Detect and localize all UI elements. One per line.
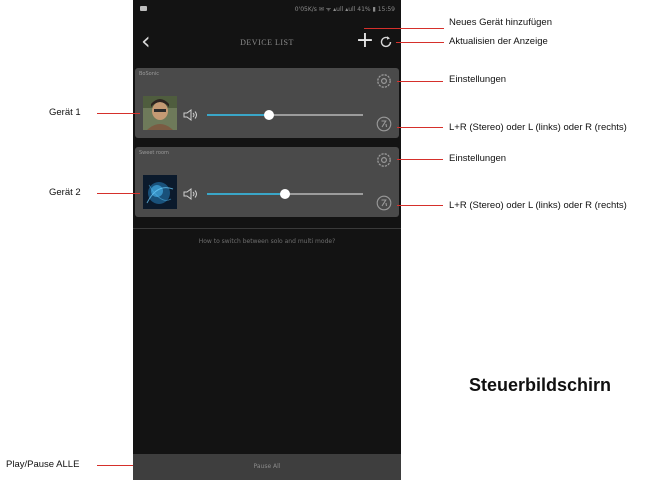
callout-line-refresh: [396, 42, 444, 43]
mode-help-link[interactable]: How to switch between solo and multi mod…: [133, 238, 401, 245]
speaker-volume-icon: [183, 188, 197, 200]
volume-slider-knob[interactable]: [264, 110, 275, 120]
callout-line-device-2: [97, 193, 140, 194]
device-name: BoSonic: [139, 71, 160, 77]
device-card-2[interactable]: Sweet room: [135, 147, 399, 217]
annotation-add-device: Neues Gerät hinzufügen: [449, 17, 552, 28]
annotation-device-2: Gerät 2: [49, 187, 81, 198]
volume-slider[interactable]: [207, 110, 363, 120]
status-bar: 0'05K/s ✉ ᯤ ▴ull ▴ull 41% ▮ 15:59: [133, 0, 401, 18]
divider: [133, 228, 401, 229]
screen-caption: Steuerbildschirn: [469, 375, 612, 395]
device-thumbnail-abstract: [143, 175, 177, 209]
pause-all-button[interactable]: Pause All: [133, 454, 401, 480]
refresh-icon[interactable]: [379, 35, 393, 49]
page-title: DEVICE LIST: [240, 38, 294, 47]
device-thumbnail-portrait: [143, 96, 177, 130]
callout-line-device-1: [97, 113, 140, 114]
callout-line-pause-all: [97, 465, 133, 466]
plus-icon[interactable]: +: [355, 30, 375, 54]
annotation-device-1: Gerät 1: [49, 107, 81, 118]
callout-line-channel-1: [397, 127, 443, 128]
status-bar-indicators: 0'05K/s ✉ ᯤ ▴ull ▴ull 41% ▮ 15:59: [294, 6, 395, 13]
speaker-volume-icon: [183, 109, 197, 121]
callout-line-channel-2: [397, 205, 443, 206]
volume-slider[interactable]: [207, 189, 363, 199]
annotation-pause-all: Play/Pause ALLE: [6, 459, 80, 470]
volume-slider-fill: [207, 193, 285, 195]
settings-gear-icon[interactable]: [376, 152, 392, 168]
device-name: Sweet room: [139, 150, 169, 156]
callout-line-add: [364, 28, 444, 29]
channel-select-icon[interactable]: [376, 195, 392, 211]
annotation-channel-1: L+R (Stereo) oder L (links) oder R (rech…: [449, 122, 627, 133]
settings-gear-icon[interactable]: [376, 73, 392, 89]
callout-line-settings-2: [397, 159, 443, 160]
annotation-channel-2: L+R (Stereo) oder L (links) oder R (rech…: [449, 200, 627, 211]
app-bar: ‹ DEVICE LIST +: [133, 29, 401, 56]
chevron-left-icon[interactable]: ‹: [141, 29, 163, 54]
channel-select-icon[interactable]: [376, 116, 392, 132]
device-card-1[interactable]: BoSonic: [135, 68, 399, 138]
phone-screen: 0'05K/s ✉ ᯤ ▴ull ▴ull 41% ▮ 15:59 ‹ DEVI…: [133, 0, 401, 480]
volume-slider-knob[interactable]: [280, 189, 290, 199]
volume-slider-fill: [207, 114, 270, 116]
annotation-refresh: Aktualisien der Anzeige: [449, 36, 548, 47]
annotation-settings-1: Einstellungen: [449, 74, 507, 85]
annotation-settings-2: Einstellungen: [449, 153, 507, 164]
callout-line-settings-1: [397, 81, 443, 82]
sim-icon: [140, 6, 147, 11]
